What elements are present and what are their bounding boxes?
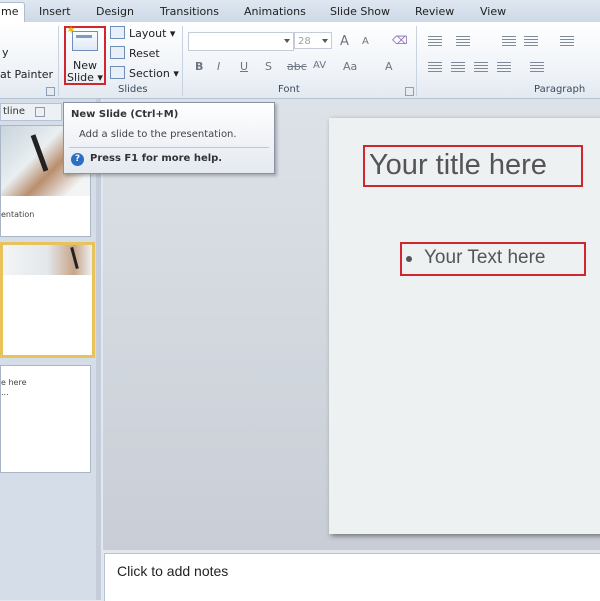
pane-scrollbar[interactable] — [96, 99, 101, 600]
bullets-icon[interactable] — [428, 36, 442, 46]
bullet-icon — [406, 256, 412, 262]
tab-animations[interactable]: Animations — [244, 3, 306, 22]
chevron-down-icon — [322, 39, 328, 43]
thumbnail-text: e here — [1, 378, 27, 387]
slide-body-text[interactable]: Your Text here — [424, 247, 545, 269]
ribbon-tab-strip: me Insert Design Transitions Animations … — [0, 0, 600, 23]
notes-pane[interactable]: Click to add notes — [104, 553, 600, 601]
notes-placeholder[interactable]: Click to add notes — [117, 563, 228, 579]
thumbnail-text: entation — [1, 210, 35, 219]
font-color-button[interactable]: A — [385, 60, 393, 73]
tooltip-help: ? Press F1 for more help. — [71, 153, 222, 166]
section-icon — [110, 66, 125, 79]
shadow-button[interactable]: S — [265, 60, 272, 73]
shrink-font-button[interactable]: A — [362, 36, 369, 47]
tab-view[interactable]: View — [480, 3, 506, 22]
numbering-icon[interactable] — [456, 36, 470, 46]
layout-icon — [110, 26, 125, 39]
slides-group-label: Slides — [118, 84, 148, 95]
font-launcher-icon[interactable] — [405, 87, 414, 96]
bold-button[interactable]: B — [195, 60, 203, 73]
align-right-icon[interactable] — [474, 62, 488, 72]
help-icon: ? — [71, 153, 84, 166]
chevron-down-icon — [284, 39, 290, 43]
content-placeholder[interactable]: Your Text here — [400, 242, 586, 276]
slide-thumbnail-3[interactable]: e here ... — [0, 365, 91, 473]
slide-canvas[interactable]: Your title here Your Text here — [329, 118, 600, 534]
new-slide-label-2: Slide ▾ — [67, 71, 103, 84]
thumbnail-text: ... — [1, 388, 9, 397]
slide-thumbnail-2[interactable] — [0, 242, 95, 358]
align-left-icon[interactable] — [428, 62, 442, 72]
tooltip-title: New Slide (Ctrl+M) — [71, 109, 179, 120]
font-group-label: Font — [278, 84, 300, 95]
tab-outline[interactable]: tline — [0, 103, 62, 121]
new-slide-icon: ✶ — [66, 24, 98, 51]
title-placeholder[interactable]: Your title here — [363, 145, 583, 187]
new-slide-tooltip: New Slide (Ctrl+M) Add a slide to the pr… — [63, 102, 275, 174]
paragraph-group-label: Paragraph — [534, 84, 586, 95]
slide-title[interactable]: Your title here — [369, 149, 547, 182]
group-divider — [182, 26, 183, 96]
section-button[interactable]: Section ▾ — [110, 66, 179, 82]
new-slide-button[interactable]: ✶ New Slide ▾ — [64, 24, 106, 85]
clear-formatting-icon[interactable]: ⌫ — [392, 34, 408, 47]
layout-button[interactable]: Layout ▾ — [110, 26, 175, 42]
reset-icon — [110, 46, 125, 59]
copy-button[interactable]: y — [2, 46, 9, 59]
tab-slide-show[interactable]: Slide Show — [330, 3, 390, 22]
tab-design[interactable]: Design — [96, 3, 134, 22]
tab-home[interactable]: me — [0, 2, 26, 23]
reset-button[interactable]: Reset — [110, 46, 160, 62]
character-spacing-button[interactable]: AV — [313, 60, 326, 71]
group-divider — [416, 26, 417, 96]
tooltip-divider — [69, 147, 269, 148]
strikethrough-button[interactable]: abc — [287, 60, 307, 73]
font-name-box[interactable] — [188, 32, 294, 51]
thumbnail-photo — [3, 245, 92, 275]
format-painter-button[interactable]: at Painter — [0, 68, 53, 81]
columns-icon[interactable] — [530, 62, 544, 72]
align-center-icon[interactable] — [451, 62, 465, 72]
tab-review[interactable]: Review — [415, 3, 454, 22]
slides-pane: tline entation e here ... — [0, 99, 101, 600]
line-spacing-icon[interactable] — [560, 36, 574, 46]
close-pane-icon[interactable] — [35, 107, 45, 117]
clipboard-launcher-icon[interactable] — [46, 87, 55, 96]
group-divider — [58, 26, 59, 96]
font-size-box[interactable]: 28 — [294, 32, 332, 49]
change-case-button[interactable]: Aa — [343, 60, 357, 73]
underline-button[interactable]: U — [240, 60, 248, 73]
ribbon: y at Painter ✶ New Slide ▾ Layout ▾ Rese… — [0, 22, 600, 99]
increase-indent-icon[interactable] — [524, 36, 538, 46]
tooltip-description: Add a slide to the presentation. — [79, 129, 237, 140]
tab-insert[interactable]: Insert — [39, 3, 71, 22]
italic-button[interactable]: I — [217, 60, 220, 73]
grow-font-button[interactable]: A — [340, 34, 349, 49]
justify-icon[interactable] — [497, 62, 511, 72]
decrease-indent-icon[interactable] — [502, 36, 516, 46]
tab-transitions[interactable]: Transitions — [160, 3, 219, 22]
